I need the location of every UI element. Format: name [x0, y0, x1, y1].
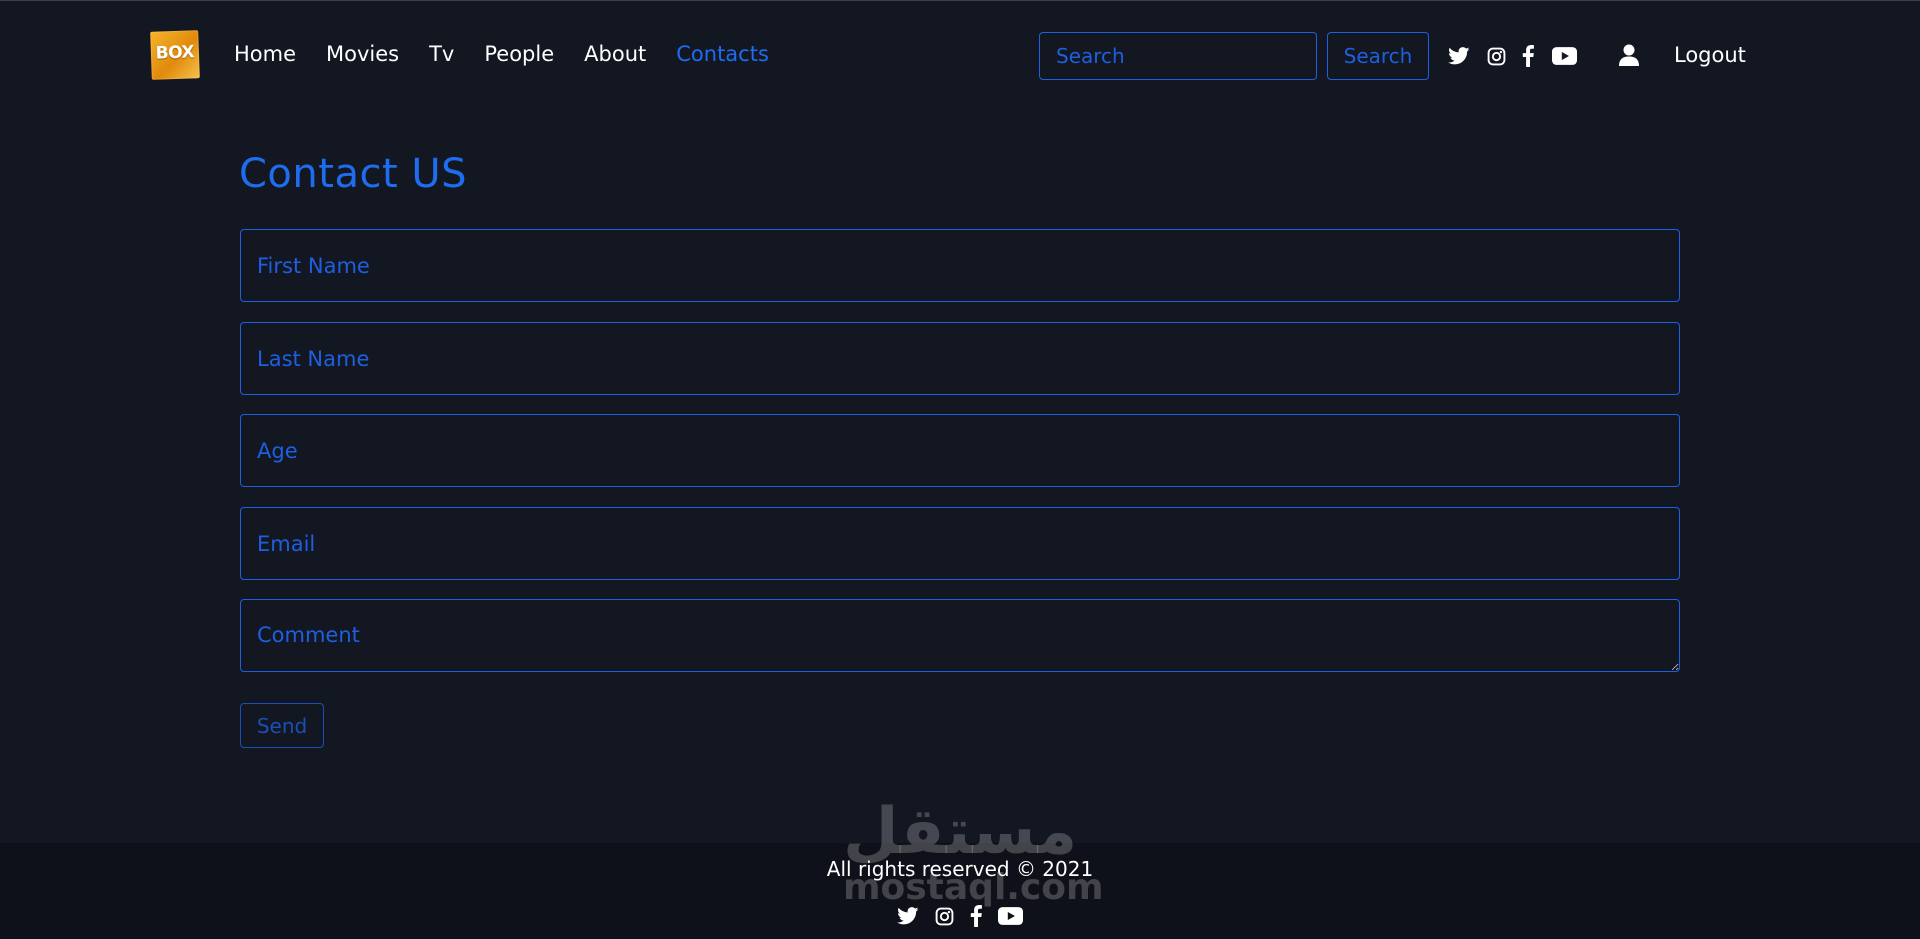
- instagram-icon[interactable]: [1485, 45, 1507, 67]
- facebook-icon[interactable]: [1521, 45, 1535, 67]
- navbar: BOX Home Movies Tv People About Contacts…: [0, 1, 1920, 108]
- nav-link-home[interactable]: Home: [234, 41, 296, 67]
- email-input[interactable]: [240, 507, 1680, 580]
- youtube-icon[interactable]: [998, 907, 1023, 925]
- copyright-text: All rights reserved © 2021: [826, 857, 1094, 881]
- youtube-icon[interactable]: [1551, 46, 1577, 66]
- twitter-icon[interactable]: [897, 907, 919, 925]
- first-name-input[interactable]: [240, 229, 1680, 302]
- user-icon[interactable]: [1619, 44, 1641, 66]
- search-input[interactable]: [1039, 32, 1317, 80]
- page: BOX Home Movies Tv People About Contacts…: [0, 0, 1920, 939]
- page-title: Contact US: [239, 151, 468, 197]
- nav-social-icons: [1447, 44, 1577, 68]
- age-input[interactable]: [240, 414, 1680, 487]
- send-button[interactable]: Send: [240, 703, 324, 748]
- instagram-icon[interactable]: [935, 907, 954, 926]
- footer-social-icons: [0, 905, 1920, 927]
- nav-link-contacts[interactable]: Contacts: [676, 41, 769, 67]
- brand-logo-text: BOX: [155, 42, 195, 64]
- nav-links: Home Movies Tv People About Contacts: [234, 41, 799, 67]
- nav-link-people[interactable]: People: [484, 41, 554, 67]
- nav-link-tv[interactable]: Tv: [429, 41, 454, 67]
- search-button[interactable]: Search: [1327, 32, 1429, 80]
- nav-link-about[interactable]: About: [584, 41, 646, 67]
- brand-logo[interactable]: BOX: [150, 30, 200, 80]
- footer: All rights reserved © 2021: [0, 843, 1920, 939]
- twitter-icon[interactable]: [1447, 44, 1471, 68]
- last-name-input[interactable]: [240, 322, 1680, 395]
- nav-link-movies[interactable]: Movies: [326, 41, 399, 67]
- facebook-icon[interactable]: [970, 905, 982, 927]
- logout-link[interactable]: Logout: [1674, 42, 1746, 68]
- comment-textarea[interactable]: [240, 599, 1680, 672]
